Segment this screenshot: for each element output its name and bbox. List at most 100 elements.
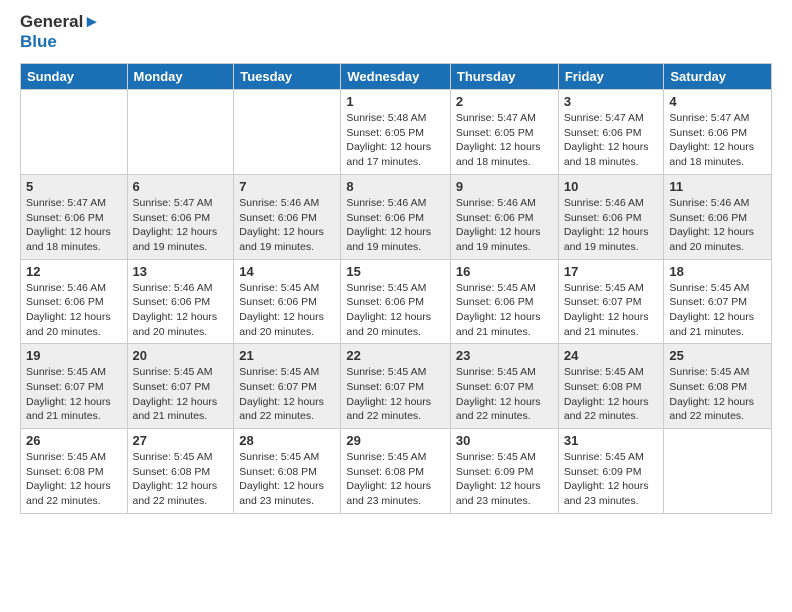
day-info: Sunrise: 5:45 AM Sunset: 6:08 PM Dayligh… [669,365,766,424]
calendar-cell: 6 Sunrise: 5:47 AM Sunset: 6:06 PM Daylig… [127,174,234,259]
day-header: Wednesday [341,64,451,90]
calendar-cell: 16Sunrise: 5:45 AM Sunset: 6:06 PM Dayli… [450,259,558,344]
calendar-cell: 27 Sunrise: 5:45 AM Sunset: 6:08 PM Dayli… [127,429,234,514]
calendar-cell: 11 Sunrise: 5:46 AM Sunset: 6:06 PM Dayli… [664,174,772,259]
day-number: 6 [133,179,229,194]
day-header: Tuesday [234,64,341,90]
calendar-cell: 26 Sunrise: 5:45 AM Sunset: 6:08 PM Dayli… [21,429,128,514]
day-number: 11 [669,179,766,194]
day-info: Sunrise: 5:46 AM Sunset: 6:06 PM Dayligh… [133,281,229,340]
calendar-cell: 18 Sunrise: 5:45 AM Sunset: 6:07 PM Dayli… [664,259,772,344]
day-number: 27 [133,433,229,448]
logo-text: General► Blue [20,12,100,51]
calendar-cell [21,90,128,175]
day-info: Sunrise: 5:45 AM Sunset: 6:06 PM Dayligh… [456,281,553,340]
day-number: 9 [456,179,553,194]
calendar-cell: 8 Sunrise: 5:46 AM Sunset: 6:06 PM Daylig… [341,174,451,259]
day-number: 1 [346,94,445,109]
day-number: 14 [239,264,335,279]
day-info: Sunrise: 5:45 AM Sunset: 6:07 PM Dayligh… [133,365,229,424]
day-number: 23 [456,348,553,363]
calendar-cell [234,90,341,175]
day-header: Monday [127,64,234,90]
day-number: 8 [346,179,445,194]
day-info: Sunrise: 5:45 AM Sunset: 6:08 PM Dayligh… [564,365,659,424]
day-info: Sunrise: 5:45 AM Sunset: 6:07 PM Dayligh… [239,365,335,424]
calendar-cell: 2 Sunrise: 5:47 AM Sunset: 6:05 PM Daylig… [450,90,558,175]
day-info: Sunrise: 5:45 AM Sunset: 6:09 PM Dayligh… [564,450,659,509]
day-info: Sunrise: 5:45 AM Sunset: 6:07 PM Dayligh… [456,365,553,424]
calendar-cell: 4 Sunrise: 5:47 AM Sunset: 6:06 PM Daylig… [664,90,772,175]
day-info: Sunrise: 5:46 AM Sunset: 6:06 PM Dayligh… [564,196,659,255]
day-info: Sunrise: 5:46 AM Sunset: 6:06 PM Dayligh… [239,196,335,255]
calendar-cell: 5 Sunrise: 5:47 AM Sunset: 6:06 PM Daylig… [21,174,128,259]
calendar-table: SundayMondayTuesdayWednesdayThursdayFrid… [20,63,772,514]
calendar-cell: 9 Sunrise: 5:46 AM Sunset: 6:06 PM Daylig… [450,174,558,259]
day-info: Sunrise: 5:46 AM Sunset: 6:06 PM Dayligh… [26,281,122,340]
calendar-cell: 15 Sunrise: 5:45 AM Sunset: 6:06 PM Dayli… [341,259,451,344]
day-info: Sunrise: 5:47 AM Sunset: 6:06 PM Dayligh… [26,196,122,255]
day-number: 19 [26,348,122,363]
day-info: Sunrise: 5:47 AM Sunset: 6:06 PM Dayligh… [133,196,229,255]
calendar-cell: 23 Sunrise: 5:45 AM Sunset: 6:07 PM Dayli… [450,344,558,429]
day-number: 21 [239,348,335,363]
day-info: Sunrise: 5:48 AM Sunset: 6:05 PM Dayligh… [346,111,445,170]
day-number: 3 [564,94,659,109]
calendar-cell: 22 Sunrise: 5:45 AM Sunset: 6:07 PM Dayli… [341,344,451,429]
day-info: Sunrise: 5:45 AM Sunset: 6:06 PM Dayligh… [239,281,335,340]
calendar-cell: 1 Sunrise: 5:48 AM Sunset: 6:05 PM Daylig… [341,90,451,175]
logo: General► Blue [20,12,100,51]
calendar-cell: 3Sunrise: 5:47 AM Sunset: 6:06 PM Daylig… [558,90,664,175]
day-info: Sunrise: 5:45 AM Sunset: 6:07 PM Dayligh… [346,365,445,424]
day-info: Sunrise: 5:46 AM Sunset: 6:06 PM Dayligh… [346,196,445,255]
calendar-cell [664,429,772,514]
day-number: 7 [239,179,335,194]
calendar-cell: 24 Sunrise: 5:45 AM Sunset: 6:08 PM Dayli… [558,344,664,429]
day-number: 28 [239,433,335,448]
day-number: 18 [669,264,766,279]
day-header: Sunday [21,64,128,90]
calendar-cell: 14 Sunrise: 5:45 AM Sunset: 6:06 PM Dayli… [234,259,341,344]
calendar-cell: 21 Sunrise: 5:45 AM Sunset: 6:07 PM Dayli… [234,344,341,429]
calendar-cell: 19 Sunrise: 5:45 AM Sunset: 6:07 PM Dayli… [21,344,128,429]
day-number: 31 [564,433,659,448]
day-number: 4 [669,94,766,109]
day-info: Sunrise: 5:46 AM Sunset: 6:06 PM Dayligh… [669,196,766,255]
day-number: 12 [26,264,122,279]
page-header: General► Blue [0,0,792,55]
day-info: Sunrise: 5:47 AM Sunset: 6:05 PM Dayligh… [456,111,553,170]
day-number: 20 [133,348,229,363]
calendar-cell [127,90,234,175]
day-header: Friday [558,64,664,90]
day-number: 10 [564,179,659,194]
calendar-cell: 13Sunrise: 5:46 AM Sunset: 6:06 PM Dayli… [127,259,234,344]
day-number: 26 [26,433,122,448]
day-number: 30 [456,433,553,448]
day-number: 15 [346,264,445,279]
calendar-cell: 31 Sunrise: 5:45 AM Sunset: 6:09 PM Dayli… [558,429,664,514]
day-info: Sunrise: 5:46 AM Sunset: 6:06 PM Dayligh… [456,196,553,255]
calendar-cell: 17 Sunrise: 5:45 AM Sunset: 6:07 PM Dayli… [558,259,664,344]
calendar-cell: 25 Sunrise: 5:45 AM Sunset: 6:08 PM Dayli… [664,344,772,429]
day-info: Sunrise: 5:45 AM Sunset: 6:08 PM Dayligh… [26,450,122,509]
day-info: Sunrise: 5:45 AM Sunset: 6:08 PM Dayligh… [133,450,229,509]
day-info: Sunrise: 5:45 AM Sunset: 6:07 PM Dayligh… [669,281,766,340]
day-number: 5 [26,179,122,194]
day-info: Sunrise: 5:47 AM Sunset: 6:06 PM Dayligh… [669,111,766,170]
day-info: Sunrise: 5:45 AM Sunset: 6:08 PM Dayligh… [346,450,445,509]
day-number: 24 [564,348,659,363]
day-info: Sunrise: 5:45 AM Sunset: 6:06 PM Dayligh… [346,281,445,340]
day-info: Sunrise: 5:45 AM Sunset: 6:07 PM Dayligh… [26,365,122,424]
day-number: 22 [346,348,445,363]
day-number: 2 [456,94,553,109]
calendar-cell: 10 Sunrise: 5:46 AM Sunset: 6:06 PM Dayli… [558,174,664,259]
calendar-cell: 30 Sunrise: 5:45 AM Sunset: 6:09 PM Dayli… [450,429,558,514]
day-number: 25 [669,348,766,363]
day-header: Saturday [664,64,772,90]
day-info: Sunrise: 5:45 AM Sunset: 6:07 PM Dayligh… [564,281,659,340]
day-info: Sunrise: 5:45 AM Sunset: 6:09 PM Dayligh… [456,450,553,509]
calendar-cell: 12 Sunrise: 5:46 AM Sunset: 6:06 PM Dayli… [21,259,128,344]
day-number: 29 [346,433,445,448]
day-info: Sunrise: 5:45 AM Sunset: 6:08 PM Dayligh… [239,450,335,509]
day-number: 17 [564,264,659,279]
